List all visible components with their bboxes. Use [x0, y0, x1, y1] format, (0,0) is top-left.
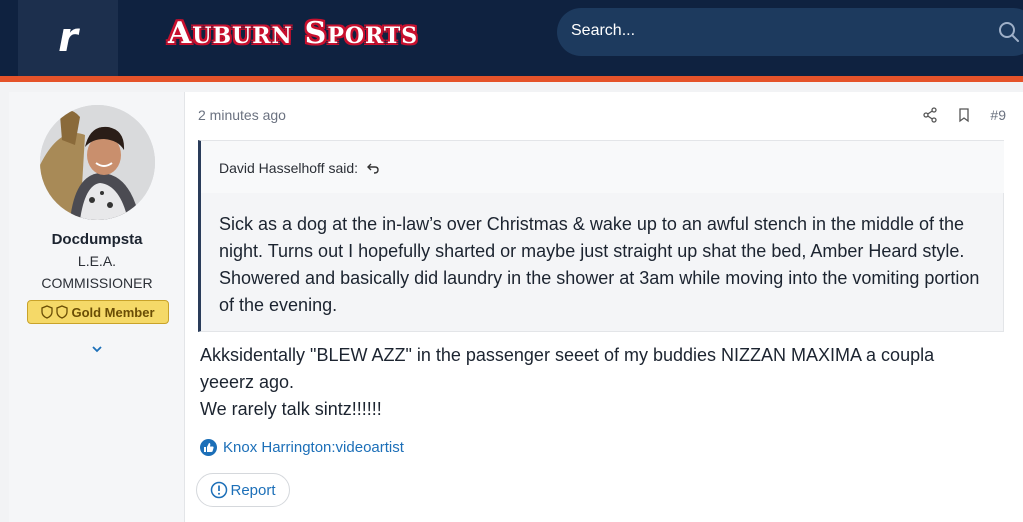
brand-initial-1: A [168, 16, 193, 51]
post-number[interactable]: #9 [990, 107, 1006, 123]
post-author-panel: Docdumpsta L.E.A. COMMISSIONER Gold Memb… [9, 92, 185, 522]
member-badge: Gold Member [27, 300, 169, 324]
chevron-down-icon[interactable] [89, 344, 105, 356]
quote-header: David Hasselhoff said: [219, 160, 380, 176]
search-placeholder: Search... [571, 22, 636, 39]
quote-block: David Hasselhoff said: Sick as a dog at … [198, 140, 1004, 332]
message-line: Akksidentally "BLEW AZZ" in the passenge… [200, 345, 935, 365]
quote-text: Sick as a dog at the in-law’s over Chris… [219, 214, 980, 315]
reaction-user-link[interactable]: Knox Harrington:videoartist [223, 439, 404, 456]
brand-word-2: PORTS [327, 23, 419, 49]
brand-initial-2: S [304, 16, 328, 51]
report-button[interactable]: Report [196, 473, 290, 507]
brand-word-1: UBURN [192, 23, 293, 49]
share-icon[interactable] [922, 107, 938, 123]
alert-circle-icon [211, 481, 228, 499]
bookmark-icon[interactable] [956, 107, 972, 123]
post-timestamp[interactable]: 2 minutes ago [198, 107, 286, 123]
post-body: 2 minutes ago #9 David Hasselhoff said: … [185, 92, 1023, 522]
username[interactable]: Docdumpsta [9, 231, 185, 248]
user-title-line1: L.E.A. [77, 253, 117, 269]
report-label: Report [230, 481, 276, 499]
avatar[interactable] [40, 105, 155, 220]
badge-label: Gold Member [71, 304, 155, 320]
reactions-bar: Knox Harrington:videoartist [200, 439, 404, 456]
message-line: yeeerz ago. [200, 372, 295, 392]
user-title-line2: COMMISSIONER [41, 275, 153, 291]
header-accent-stripe [0, 76, 1023, 82]
shield-icon [56, 305, 69, 319]
search-input[interactable]: Search... [557, 8, 1023, 56]
post-message: Akksidentally "BLEW AZZ" in the passenge… [200, 342, 1010, 423]
like-icon [200, 439, 217, 456]
post-actions: #9 [922, 107, 1006, 123]
quote-author[interactable]: David Hasselhoff said: [219, 160, 358, 176]
search-icon[interactable] [997, 20, 1021, 44]
site-brand[interactable]: A UBURN S PORTS [168, 16, 418, 52]
shield-icon [41, 305, 54, 319]
message-line: We rarely talk sintz!!!!!! [200, 399, 382, 419]
logo-letter: r [58, 15, 78, 61]
jump-to-quote-icon[interactable] [366, 162, 380, 174]
rivals-logo[interactable]: r [18, 0, 118, 76]
site-header: r A UBURN S PORTS Search... [0, 0, 1023, 78]
